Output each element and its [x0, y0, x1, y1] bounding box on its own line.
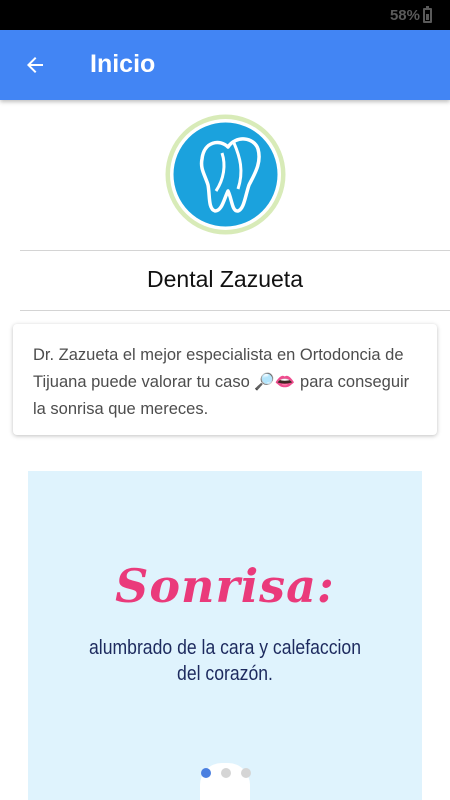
banner-line-2: del corazón.	[177, 663, 273, 685]
description-card: Dr. Zazueta el mejor especialista en Ort…	[13, 324, 437, 435]
status-bar: 58%	[0, 0, 450, 30]
image-carousel[interactable]: Sonrisa: alumbrado de la cara y calefacc…	[28, 471, 422, 800]
carousel-dot-1[interactable]	[201, 768, 211, 778]
page-title: Inicio	[90, 50, 156, 78]
banner-line-1: alumbrado de la cara y calefaccion	[89, 637, 361, 659]
clinic-name: Dental Zazueta	[147, 266, 303, 292]
app-bar: Inicio	[0, 30, 450, 100]
divider-top	[20, 250, 450, 251]
back-button[interactable]	[14, 45, 56, 85]
tooth-icon	[165, 114, 286, 235]
carousel-dot-2[interactable]	[221, 768, 231, 778]
banner-headline: Sonrisa:	[115, 559, 335, 613]
divider-bottom	[20, 310, 450, 311]
arrow-left-icon	[27, 57, 43, 73]
clinic-logo	[164, 113, 287, 236]
carousel-indicator	[198, 763, 258, 800]
battery-percent: 58%	[389, 7, 420, 24]
battery-icon	[423, 6, 432, 23]
description-text: Dr. Zazueta el mejor especialista en Ort…	[33, 346, 410, 418]
carousel-dot-3[interactable]	[241, 768, 251, 778]
